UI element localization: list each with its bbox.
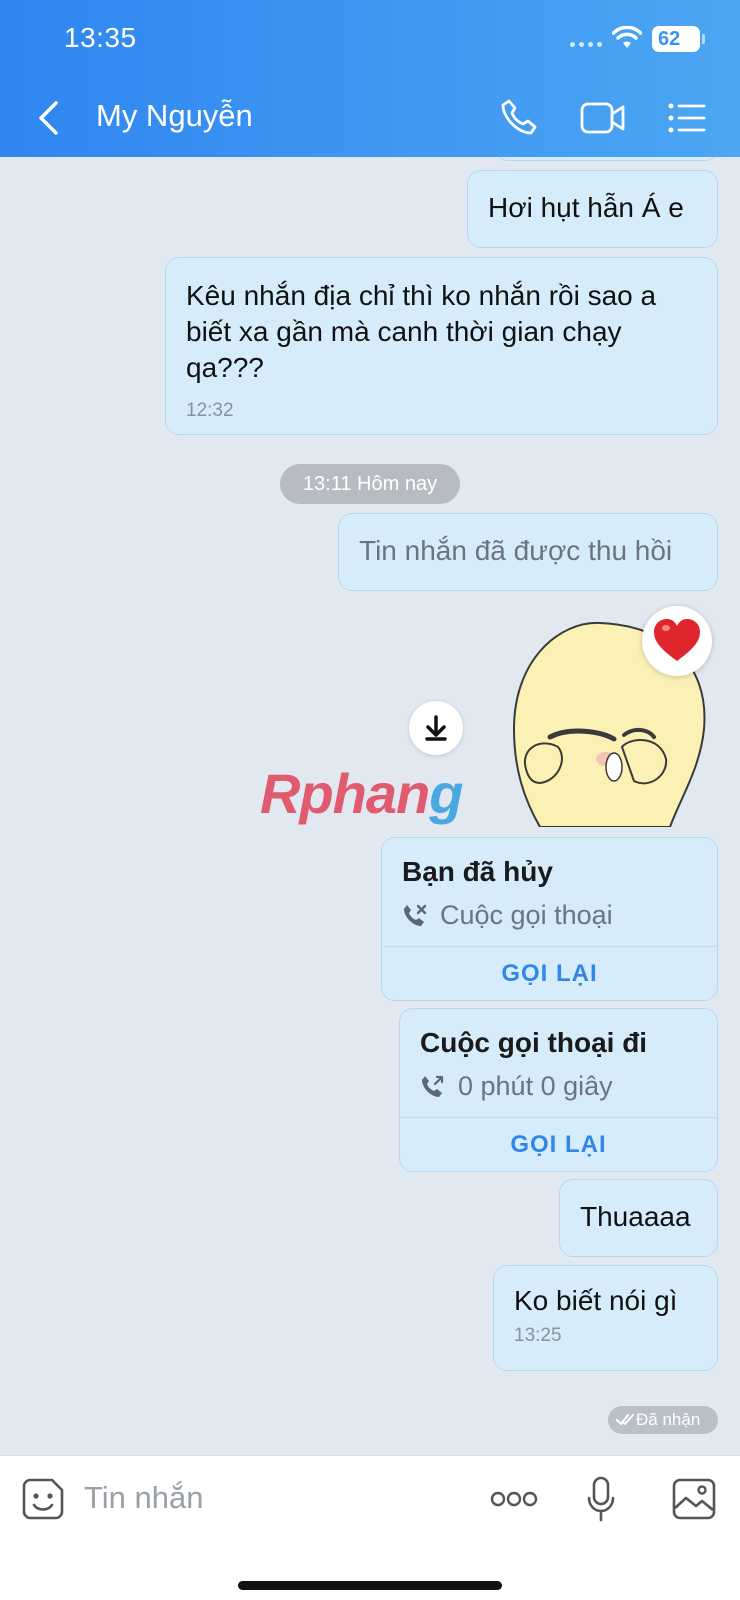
sticker-icon[interactable] — [22, 1478, 64, 1520]
call-card-outgoing: Cuộc gọi thoại đi 0 phút 0 giây GỌI LẠI — [399, 1008, 718, 1172]
battery-icon: 62 — [652, 26, 705, 52]
home-indicator — [238, 1581, 502, 1590]
video-call-icon[interactable] — [580, 102, 626, 134]
message-bubble-partial[interactable] — [496, 157, 718, 161]
message-text: Ko biết nói gì — [514, 1285, 678, 1316]
message-bubble[interactable]: Hơi hụt hẫn Á e — [467, 170, 718, 248]
call-detail-row: 0 phút 0 giây — [420, 1071, 613, 1102]
status-time: 13:35 — [64, 22, 137, 53]
image-gallery-icon[interactable] — [672, 1478, 716, 1520]
call-title: Bạn đã hủy — [402, 856, 553, 887]
download-icon — [425, 715, 447, 741]
call-detail: Cuộc gọi thoại — [440, 900, 613, 930]
call-card-cancelled: Bạn đã hủy Cuộc gọi thoại GỌI LẠI — [381, 837, 718, 1001]
message-composer: Tin nhắn — [0, 1455, 740, 1600]
phone-call-icon[interactable] — [500, 98, 538, 136]
chat-header: 13:35 62 My Nguyễn — [0, 0, 740, 157]
double-check-icon — [616, 1414, 634, 1426]
wifi-icon — [612, 26, 642, 48]
date-divider: 13:11 Hôm nay — [280, 464, 460, 504]
message-text: Hơi hụt hẫn Á e — [488, 192, 684, 223]
microphone-icon[interactable] — [586, 1476, 616, 1522]
message-time: 12:32 — [186, 400, 234, 421]
outgoing-call-icon — [422, 1075, 444, 1097]
heart-icon — [654, 619, 700, 661]
missed-call-icon — [404, 904, 427, 926]
reaction-heart-button[interactable] — [642, 606, 712, 676]
message-text: Thuaaaa — [580, 1201, 691, 1232]
menu-list-icon[interactable] — [668, 103, 706, 133]
call-back-button[interactable]: GỌI LẠI — [400, 1117, 717, 1171]
delivery-status: Đã nhận — [608, 1406, 718, 1434]
message-input[interactable]: Tin nhắn — [84, 1480, 204, 1516]
download-button[interactable] — [409, 701, 463, 755]
watermark-logo: Rphang — [260, 762, 463, 825]
call-detail: 0 phút 0 giây — [458, 1071, 613, 1101]
more-options-icon[interactable] — [490, 1490, 538, 1508]
message-bubble[interactable]: Ko biết nói gì 13:25 — [493, 1265, 718, 1371]
message-time: 13:25 — [514, 1325, 562, 1346]
message-bubble[interactable]: Kêu nhắn địa chỉ thì ko nhắn rồi sao a b… — [165, 257, 718, 435]
message-bubble[interactable]: Thuaaaa — [559, 1179, 718, 1257]
back-icon[interactable] — [36, 100, 60, 136]
message-text: Kêu nhắn địa chỉ thì ko nhắn rồi sao a b… — [186, 280, 657, 383]
call-detail-row: Cuộc gọi thoại — [402, 900, 613, 931]
delivery-status-text: Đã nhận — [636, 1410, 701, 1429]
signal-icon — [570, 42, 602, 47]
contact-name[interactable]: My Nguyễn — [96, 98, 253, 134]
recalled-message-bubble[interactable]: Tin nhắn đã được thu hồi — [338, 513, 718, 591]
call-title: Cuộc gọi thoại đi — [420, 1027, 648, 1058]
call-back-button[interactable]: GỌI LẠI — [382, 946, 717, 1000]
message-text: Tin nhắn đã được thu hồi — [359, 535, 673, 566]
chat-area[interactable]: Hơi hụt hẫn Á e Kêu nhắn địa chỉ thì ko … — [0, 157, 740, 1455]
